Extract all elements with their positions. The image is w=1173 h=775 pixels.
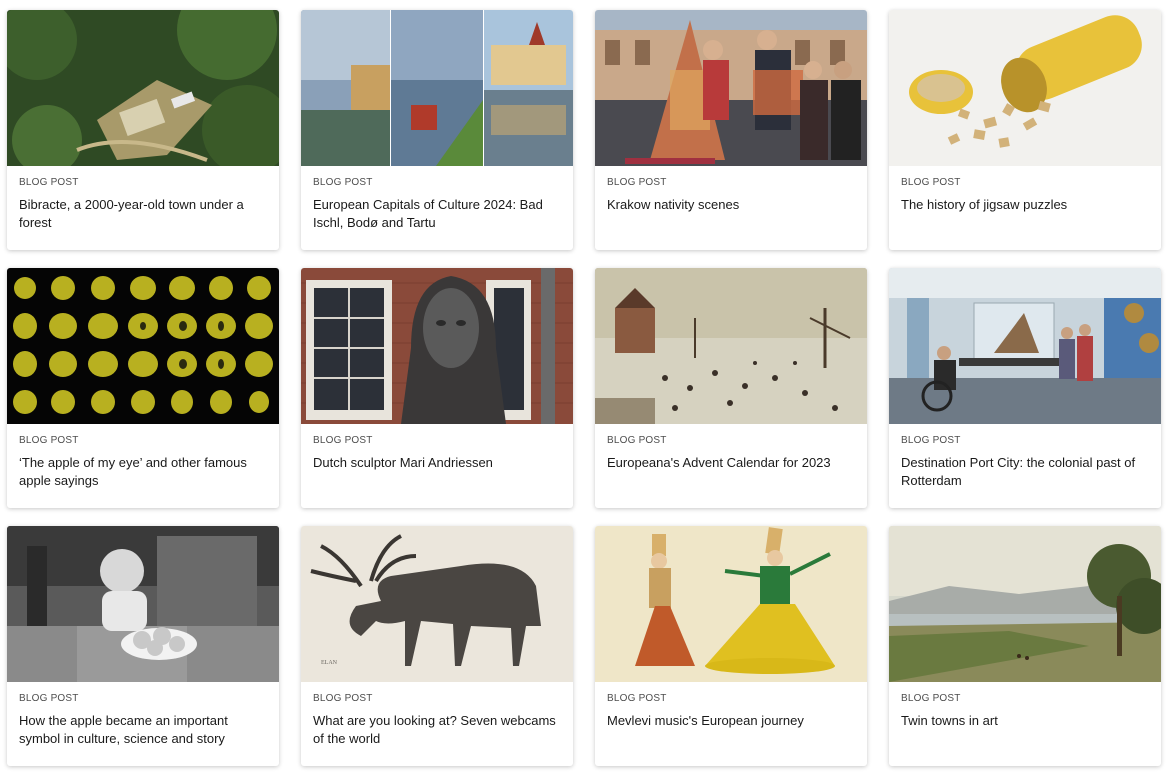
blog-card[interactable]: BLOG POST ‘The apple of my eye’ and othe… bbox=[7, 268, 279, 508]
card-image[interactable] bbox=[595, 268, 867, 424]
card-type-label: BLOG POST bbox=[19, 177, 79, 188]
blog-card[interactable]: BLOG POST Mevlevi music's European journ… bbox=[595, 526, 867, 766]
card-title[interactable]: What are you looking at? Seven webcams o… bbox=[313, 712, 561, 748]
blog-card[interactable]: BLOG POST Dutch sculptor Mari Andriessen bbox=[301, 268, 573, 508]
blog-card[interactable]: BLOG POST Twin towns in art bbox=[889, 526, 1161, 766]
card-type-label: BLOG POST bbox=[607, 693, 667, 704]
card-title[interactable]: Bibracte, a 2000-year-old town under a f… bbox=[19, 196, 267, 232]
card-type-label: BLOG POST bbox=[901, 693, 961, 704]
card-title[interactable]: The history of jigsaw puzzles bbox=[901, 196, 1149, 214]
card-image[interactable] bbox=[595, 526, 867, 682]
card-type-label: BLOG POST bbox=[19, 435, 79, 446]
card-image[interactable] bbox=[595, 10, 867, 166]
card-type-label: BLOG POST bbox=[607, 177, 667, 188]
card-title[interactable]: Krakow nativity scenes bbox=[607, 196, 855, 214]
blog-post-grid: BLOG POST Bibracte, a 2000-year-old town… bbox=[7, 10, 1161, 766]
blog-card[interactable]: BLOG POST Destination Port City: the col… bbox=[889, 268, 1161, 508]
card-title[interactable]: Europeana's Advent Calendar for 2023 bbox=[607, 454, 855, 472]
card-title[interactable]: Mevlevi music's European journey bbox=[607, 712, 855, 730]
card-image[interactable] bbox=[7, 526, 279, 682]
card-image[interactable] bbox=[7, 268, 279, 424]
card-type-label: BLOG POST bbox=[901, 435, 961, 446]
card-type-label: BLOG POST bbox=[313, 693, 373, 704]
card-type-label: BLOG POST bbox=[901, 177, 961, 188]
card-title[interactable]: Twin towns in art bbox=[901, 712, 1149, 730]
card-type-label: BLOG POST bbox=[313, 435, 373, 446]
card-title[interactable]: ‘The apple of my eye’ and other famous a… bbox=[19, 454, 267, 490]
card-type-label: BLOG POST bbox=[313, 177, 373, 188]
card-type-label: BLOG POST bbox=[607, 435, 667, 446]
blog-card[interactable]: BLOG POST Bibracte, a 2000-year-old town… bbox=[7, 10, 279, 250]
blog-card[interactable]: BLOG POST European Capitals of Culture 2… bbox=[301, 10, 573, 250]
blog-card[interactable]: BLOG POST How the apple became an import… bbox=[7, 526, 279, 766]
card-image[interactable] bbox=[889, 268, 1161, 424]
card-image[interactable] bbox=[889, 526, 1161, 682]
card-title[interactable]: How the apple became an important symbol… bbox=[19, 712, 267, 748]
card-image[interactable] bbox=[301, 10, 573, 166]
card-title[interactable]: Destination Port City: the colonial past… bbox=[901, 454, 1149, 490]
card-title[interactable]: Dutch sculptor Mari Andriessen bbox=[313, 454, 561, 472]
svg-text:ELAN: ELAN bbox=[321, 660, 338, 666]
card-image[interactable] bbox=[301, 268, 573, 424]
card-type-label: BLOG POST bbox=[19, 693, 79, 704]
blog-card[interactable]: BLOG POST Europeana's Advent Calendar fo… bbox=[595, 268, 867, 508]
card-image[interactable] bbox=[889, 10, 1161, 166]
blog-card[interactable]: ELAN BLOG POST What are you looking at? … bbox=[301, 526, 573, 766]
card-image[interactable]: ELAN bbox=[301, 526, 573, 682]
blog-card[interactable]: BLOG POST The history of jigsaw puzzles bbox=[889, 10, 1161, 250]
card-image[interactable] bbox=[7, 10, 279, 166]
card-title[interactable]: European Capitals of Culture 2024: Bad I… bbox=[313, 196, 561, 232]
blog-card[interactable]: BLOG POST Krakow nativity scenes bbox=[595, 10, 867, 250]
